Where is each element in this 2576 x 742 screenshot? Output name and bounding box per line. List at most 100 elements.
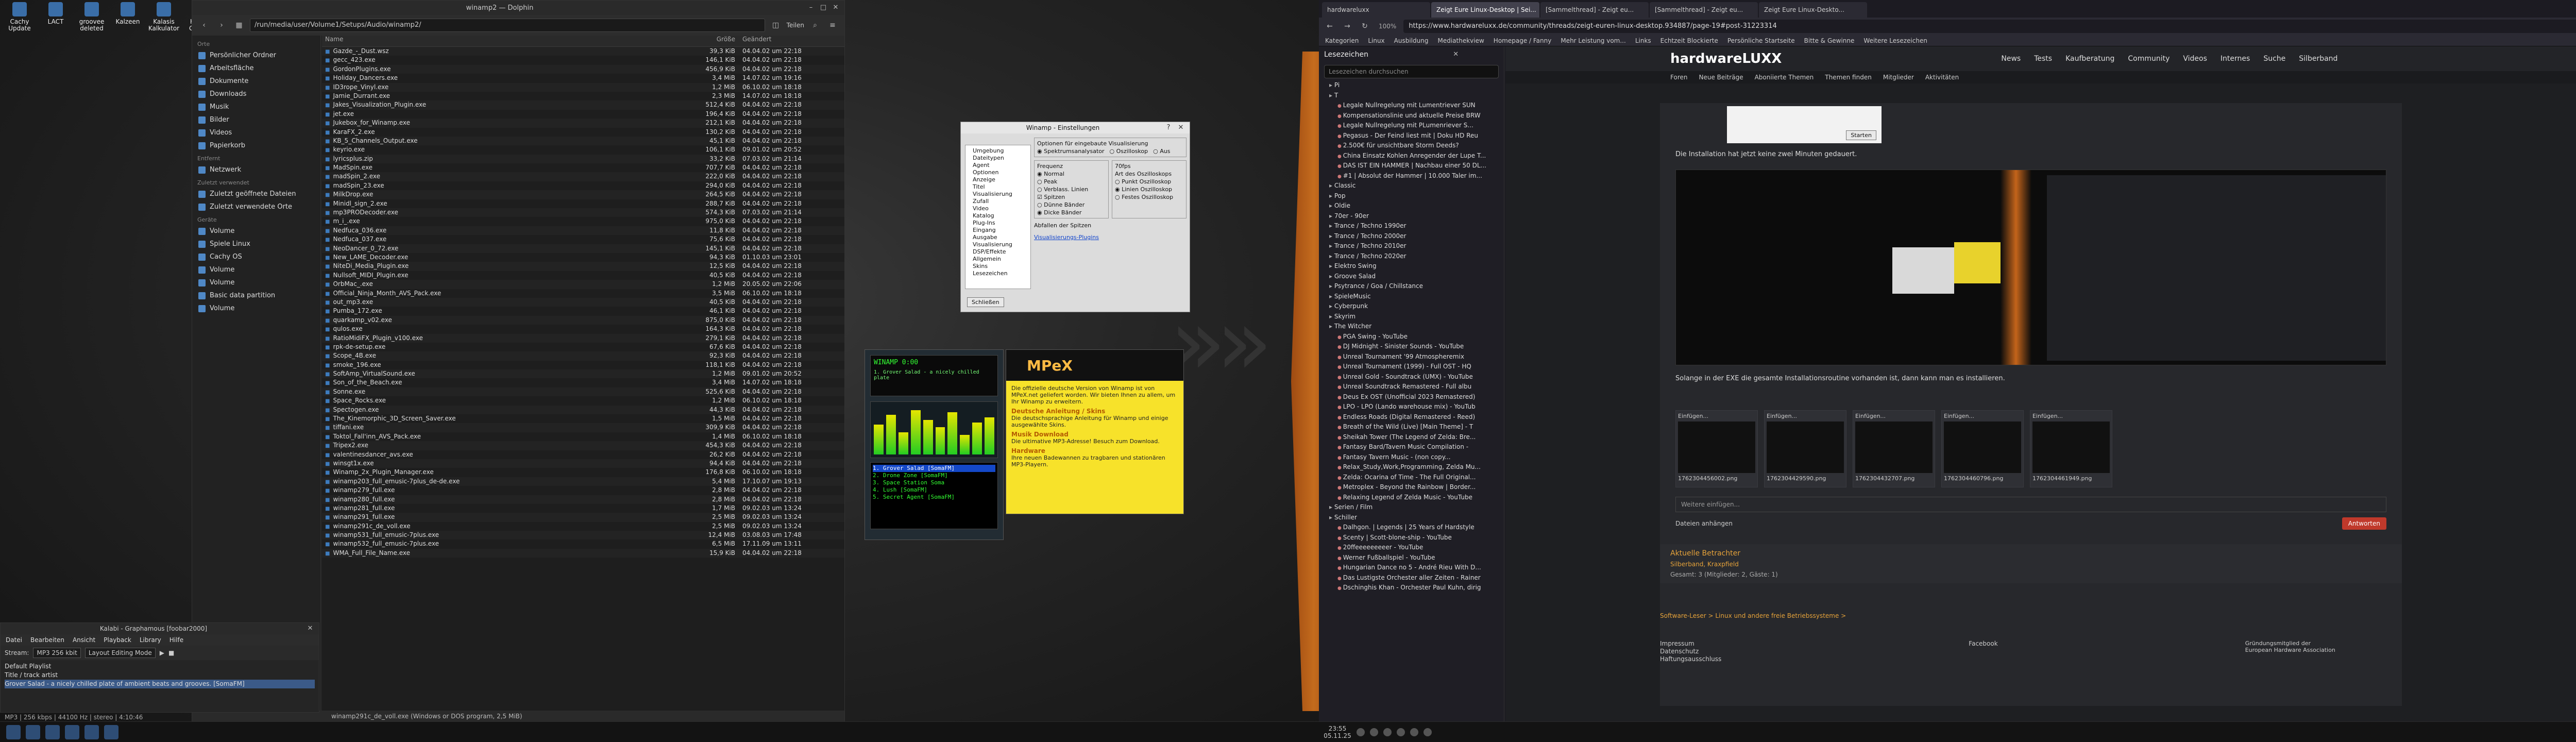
bookmark-item[interactable]: Zelda: Ocarina of Time - The Full Origin… <box>1322 473 1504 483</box>
bookmark-item[interactable]: Bitte & Gewinne <box>1804 35 1855 46</box>
url-bar[interactable]: https://www.hardwareluxx.de/community/th… <box>1403 20 2576 33</box>
sidebar-item-device[interactable]: Volume <box>192 276 320 289</box>
sidebar-item-place[interactable]: Videos <box>192 126 320 139</box>
split-icon[interactable]: ◫ <box>769 19 783 32</box>
bookmark-item[interactable]: Relaxing Legend of Zelda Music - YouTube <box>1322 493 1504 503</box>
system-tray[interactable] <box>1356 728 1432 736</box>
bookmark-folder[interactable]: Serien / Film <box>1322 502 1504 513</box>
table-row[interactable]: WMA_Full_File_Name.exe 15,9 KiB 04.04.02 u… <box>322 548 844 558</box>
browser-tab[interactable]: Zeigt Eure Linux-Desktop | Sei... <box>1431 2 1539 18</box>
table-row[interactable]: Jamie_Durrant.exe 2,3 MiB 14.07.02 um 18:1… <box>322 92 844 100</box>
cb-fade[interactable]: ○ Verblass. Linien <box>1037 185 1106 193</box>
table-row[interactable]: Official_Ninja_Month_AVS_Pack.exe 3,5 MiB… <box>322 289 844 298</box>
playlist-item[interactable]: 3. Space Station Soma <box>873 479 995 486</box>
table-row[interactable]: KaraFX_2.exe 130,2 KiB 04.04.02 um 22:18 <box>322 128 844 137</box>
sidebar-item-recent[interactable]: Zuletzt verwendete Orte <box>192 200 320 213</box>
bookmark-item[interactable]: 2.500€ für unsichtbare Storm Deeds? <box>1322 141 1504 151</box>
eq-band[interactable] <box>910 410 921 454</box>
taskbar-app-icon[interactable] <box>26 724 40 739</box>
eq-band[interactable] <box>898 432 908 454</box>
bookmark-folder[interactable]: T <box>1322 91 1504 101</box>
cb-normal[interactable]: ◉ Normal <box>1037 170 1106 178</box>
bookmark-item[interactable]: Ausbildung <box>1394 35 1429 46</box>
sidebar-item-place[interactable]: Papierkorb <box>192 139 320 152</box>
site-subnav-item[interactable]: Aboniierte Themen <box>1755 71 1814 83</box>
site-subnav-item[interactable]: Themen finden <box>1825 71 1872 83</box>
bookmarks-search[interactable]: Lesezeichen durchsuchen <box>1324 65 1499 78</box>
table-row[interactable]: lyricsplus.zip 33,2 KiB 07.03.02 um 21:14 <box>322 154 844 164</box>
bookmark-folder[interactable]: Pi <box>1322 80 1504 91</box>
table-row[interactable]: SoftAmp_VirtualSound.exe 1,2 MiB 09.01.02 … <box>322 369 844 379</box>
desktop-icon[interactable]: Cachy Update <box>3 2 36 38</box>
table-row[interactable]: jet.exe 196,4 KiB 04.04.02 um 22:18 <box>322 110 844 119</box>
desktop-icon[interactable]: groovee deleted <box>75 2 108 38</box>
bookmark-folder[interactable]: Classic <box>1322 181 1504 191</box>
osc-solid[interactable]: ○ Festes Oszilloskop <box>1115 193 1183 201</box>
table-row[interactable]: winamp280_full.exe 2,8 MiB 04.04.02 um 22:… <box>322 495 844 504</box>
desktop-icon[interactable]: LACT <box>39 2 72 38</box>
search-icon[interactable]: ⌕ <box>808 19 822 32</box>
table-row[interactable]: winamp279_full.exe 2,8 MiB 04.04.02 um 22:… <box>322 486 844 495</box>
browser-tab[interactable]: [Sammelthread] - Zeigt eu... <box>1650 2 1758 18</box>
bookmark-item[interactable]: PGA Swing - YouTube <box>1322 332 1504 342</box>
table-row[interactable]: Winamp_2x_Plugin_Manager.exe 176,8 KiB 06.… <box>322 468 844 477</box>
bookmark-item[interactable]: Unreal Gold - Soundtrack (UMX) - YouTube <box>1322 372 1504 382</box>
bookmark-item[interactable]: Links <box>1635 35 1651 46</box>
attach-files-button[interactable]: Dateien anhängen <box>1675 520 1733 527</box>
bookmark-item[interactable]: Das Lustigste Orchester aller Zeiten - R… <box>1322 573 1504 583</box>
table-row[interactable]: MilkDrop.exe 264,5 KiB 04.04.02 um 22:18 <box>322 190 844 199</box>
table-row[interactable]: ID3rope_Vinyl.exe 1,2 MiB 06.10.02 um 18:1… <box>322 82 844 92</box>
settings-tree-item[interactable]: Skins <box>968 263 1028 270</box>
bookmark-item[interactable]: Unreal Tournament '99 Atmospheremix <box>1322 352 1504 362</box>
cb-peak[interactable]: ○ Peak <box>1037 178 1106 185</box>
column-size[interactable]: Größe <box>683 36 739 46</box>
column-modified[interactable]: Geändert <box>739 36 842 46</box>
table-row[interactable]: keyrio.exe 106,1 KiB 09.01.02 um 20:52 <box>322 145 844 154</box>
menu-icon[interactable]: ≡ <box>826 19 839 32</box>
menu-item[interactable]: Playback <box>104 634 131 646</box>
table-row[interactable]: winamp291c_de_voll.exe 2,5 MiB 09.02.03 um… <box>322 522 844 531</box>
bookmark-item[interactable]: Fantasy Tavern Music - (non copy... <box>1322 452 1504 463</box>
site-nav-item[interactable]: Tests <box>2034 55 2052 63</box>
table-row[interactable]: Tripex2.exe 454,3 KiB 04.04.02 um 22:18 <box>322 441 844 450</box>
sidebar-item-device[interactable]: Volume <box>192 225 320 238</box>
sidebar-item-device[interactable]: Basic data partition <box>192 289 320 302</box>
cb-thick[interactable]: ◉ Dicke Bänder <box>1037 209 1106 216</box>
table-row[interactable]: NeoDancer_0_72.exe 145,1 KiB 04.04.02 um 2… <box>322 244 844 253</box>
sidebar-item-remote[interactable]: Netzwerk <box>192 163 320 176</box>
table-row[interactable]: Minidl_sign_2.exe 288,7 KiB 04.04.02 um 22… <box>322 199 844 208</box>
bookmark-item[interactable]: Dalhgon. | Legends | 25 Years of Hardsty… <box>1322 522 1504 533</box>
browser-tab[interactable]: hardwareluxx <box>1322 2 1430 18</box>
eq-band[interactable] <box>874 425 884 454</box>
bookmarks-tree[interactable]: PiTLegale Nullregelung mit Lumentriever … <box>1319 80 1504 593</box>
taskbar-app-icon[interactable] <box>45 724 60 739</box>
layout-mode[interactable]: Layout Editing Mode <box>84 648 156 658</box>
table-row[interactable]: winamp531_full_emusic-7plus.exe 12,4 MiB 0… <box>322 531 844 540</box>
attachment-thumb[interactable]: Einfügen... 1762304432707.png <box>1853 410 1935 487</box>
bookmark-item[interactable]: Endless Roads (Digital Remastered - Reed… <box>1322 412 1504 423</box>
settings-tree-item[interactable]: Eingang <box>968 227 1028 234</box>
bookmark-folder[interactable]: Groove Salad <box>1322 272 1504 282</box>
settings-tree[interactable]: Umgebung Dateitypen Agent Optionen Anzeige Ti… <box>965 145 1031 289</box>
table-row[interactable]: Nedfuca_037.exe 75,6 KiB 04.04.02 um 22:18 <box>322 235 844 244</box>
back-icon[interactable]: ← <box>1323 20 1336 33</box>
bookmark-item[interactable]: DAS IST EIN HAMMER | Nachbau einer 50 DL… <box>1322 161 1504 171</box>
attachment-thumb[interactable]: Einfügen... 1762304429590.png <box>1764 410 1846 487</box>
table-row[interactable]: mp3PRODecoder.exe 574,3 KiB 07.03.02 um 21… <box>322 208 844 217</box>
play-icon[interactable]: ▶ <box>160 649 164 656</box>
settings-tree-item[interactable]: Visualisierung <box>968 191 1028 198</box>
sidebar-item-device[interactable]: Cachy OS <box>192 250 320 263</box>
bookmark-item[interactable]: #1 | Absolut der Hammer | 10.000 Taler i… <box>1322 171 1504 181</box>
eq-band[interactable] <box>886 415 896 454</box>
settings-tree-item[interactable]: DSP/Effekte <box>968 248 1028 256</box>
table-row[interactable]: Jakes_Visualization_Plugin.exe 512,4 KiB 0… <box>322 100 844 110</box>
bookmark-item[interactable]: Werner Fußballspiel - YouTube <box>1322 553 1504 563</box>
bookmark-folder[interactable]: Skyrim <box>1322 312 1504 322</box>
bookmark-item[interactable]: DJ Midnight - Sinister Sounds - YouTube <box>1322 342 1504 352</box>
sidebar-item-place[interactable]: Musik <box>192 100 320 113</box>
bookmark-folder[interactable]: Schiller <box>1322 513 1504 523</box>
table-row[interactable]: Nedfuca_036.exe 11,8 KiB 04.04.02 um 22:18 <box>322 226 844 235</box>
table-row[interactable]: winamp203_full_emusic-7plus_de-de.exe 5,4… <box>322 477 844 486</box>
site-logo[interactable]: hardwareLUXX <box>1670 51 1782 66</box>
zoom-level[interactable]: 100% <box>1376 23 1399 30</box>
